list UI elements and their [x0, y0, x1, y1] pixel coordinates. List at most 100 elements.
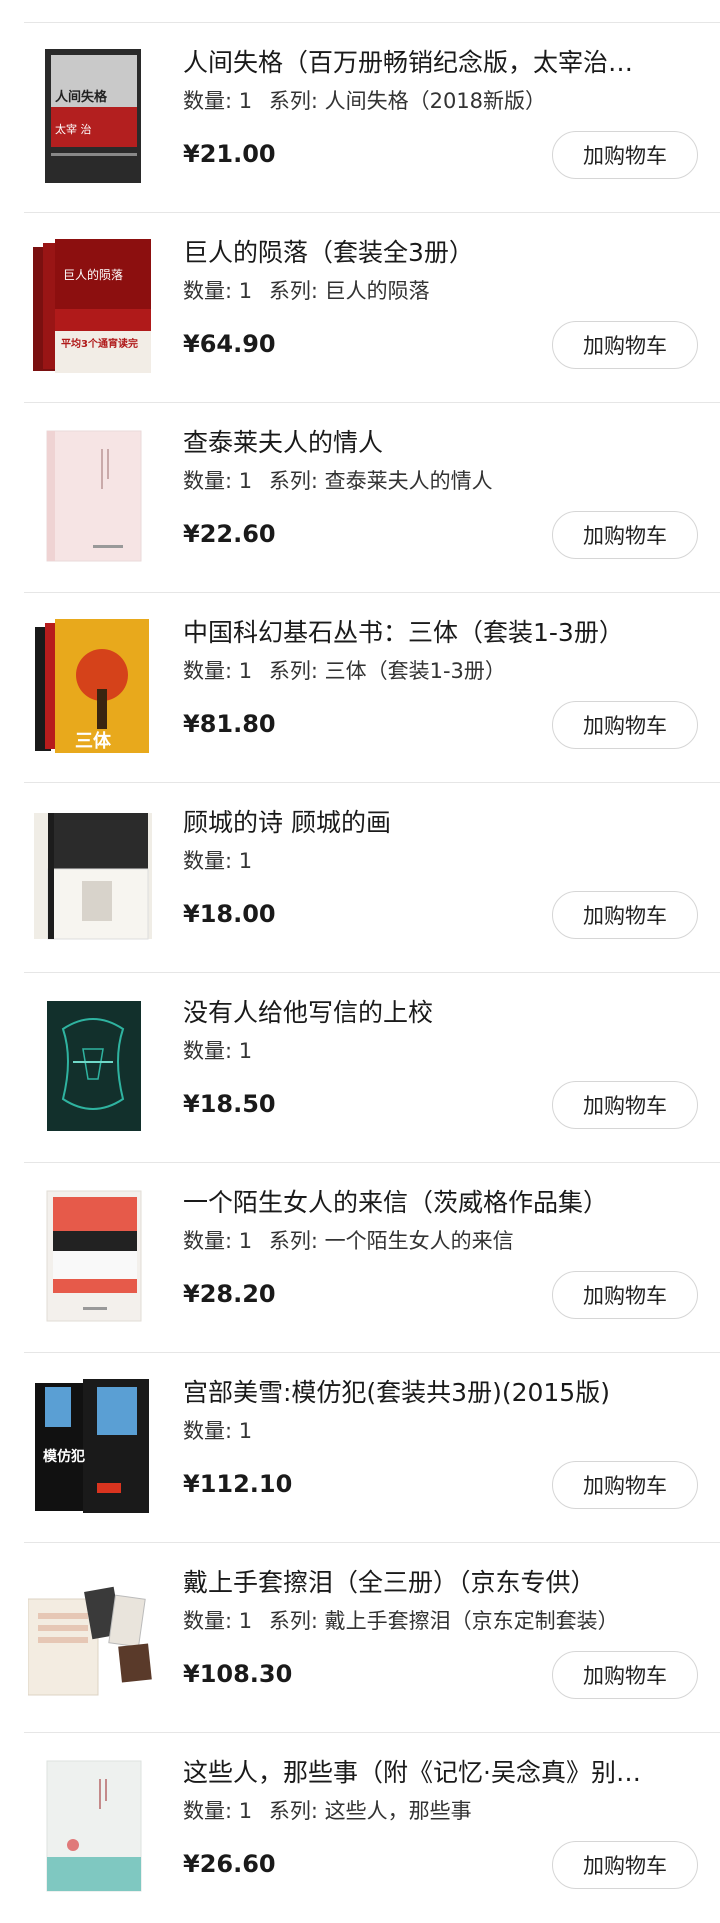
quantity-label: 数量:: [183, 1039, 233, 1063]
quantity-label: 数量:: [183, 1229, 233, 1253]
quantity-label: 数量:: [183, 1419, 233, 1443]
list-item[interactable]: 一个陌生女人的来信（茨威格作品集） 数量: 1 系列: 一个陌生女人的来信 ¥2…: [0, 1163, 720, 1353]
product-title[interactable]: 顾城的诗 顾城的画: [183, 805, 693, 841]
series-label: 系列:: [268, 279, 318, 303]
product-meta: 数量: 1: [183, 1415, 683, 1447]
product-price: ¥18.00: [183, 900, 276, 928]
product-price: ¥18.50: [183, 1090, 276, 1118]
series-label: 系列:: [268, 1799, 318, 1823]
add-to-cart-button[interactable]: 加购物车: [552, 1271, 698, 1319]
quantity-label: 数量:: [183, 89, 233, 113]
product-price: ¥22.60: [183, 520, 276, 548]
product-meta: 数量: 1 系列: 巨人的陨落: [183, 275, 683, 307]
book-cover-image: 三体: [35, 619, 149, 753]
product-price: ¥28.20: [183, 1280, 276, 1308]
cover-author: 太宰 治: [55, 122, 92, 136]
product-title[interactable]: 戴上手套擦泪（全三册）（京东专供）: [183, 1565, 693, 1601]
product-title[interactable]: 这些人，那些事（附《记忆·吴念真》别…: [183, 1755, 693, 1791]
product-price: ¥81.80: [183, 710, 276, 738]
book-cover[interactable]: 人间失格 太宰 治: [28, 49, 158, 183]
add-to-cart-button[interactable]: 加购物车: [552, 1461, 698, 1509]
quantity-label: 数量:: [183, 1609, 233, 1633]
product-title[interactable]: 巨人的陨落（套装全3册）: [183, 235, 693, 271]
book-cover[interactable]: 巨人的陨落 平均3个通宵读完: [28, 239, 158, 373]
product-meta: 数量: 1 系列: 查泰莱夫人的情人: [183, 465, 683, 497]
product-price: ¥26.60: [183, 1850, 276, 1878]
add-to-cart-button[interactable]: 加购物车: [552, 701, 698, 749]
series-value: 人间失格（2018新版）: [324, 89, 547, 113]
series-label: 系列:: [268, 1609, 318, 1633]
series-label: 系列:: [268, 659, 318, 683]
book-cover-image: [46, 1190, 142, 1322]
add-to-cart-button[interactable]: 加购物车: [552, 511, 698, 559]
quantity-value: 1: [238, 1609, 253, 1633]
add-to-cart-button[interactable]: 加购物车: [552, 131, 698, 179]
add-to-cart-button[interactable]: 加购物车: [552, 1651, 698, 1699]
cover-title: 三体: [75, 730, 112, 752]
list-item[interactable]: 没有人给他写信的上校 数量: 1 ¥18.50 加购物车: [0, 973, 720, 1163]
quantity-value: 1: [238, 1229, 253, 1253]
list-item[interactable]: 人间失格 太宰 治 人间失格（百万册畅销纪念版，太宰治… 数量: 1 系列: 人…: [0, 23, 720, 213]
series-value: 一个陌生女人的来信: [324, 1229, 514, 1253]
quantity-value: 1: [238, 469, 253, 493]
book-cover-image: [46, 1760, 142, 1892]
add-to-cart-button[interactable]: 加购物车: [552, 321, 698, 369]
book-cover[interactable]: [28, 1759, 158, 1893]
book-cover-image: [28, 1586, 152, 1696]
series-value: 这些人，那些事: [324, 1799, 472, 1823]
series-value: 巨人的陨落: [324, 279, 430, 303]
add-to-cart-button[interactable]: 加购物车: [552, 891, 698, 939]
cover-title: 巨人的陨落: [63, 267, 123, 282]
product-meta: 数量: 1 系列: 这些人，那些事: [183, 1795, 683, 1827]
book-cover[interactable]: [28, 999, 158, 1133]
book-cover-image: 模仿犯: [35, 1379, 149, 1513]
series-value: 戴上手套擦泪（京东定制套装）: [324, 1609, 619, 1633]
list-item[interactable]: 顾城的诗 顾城的画 数量: 1 ¥18.00 加购物车: [0, 783, 720, 973]
book-cover[interactable]: 三体: [28, 619, 158, 753]
quantity-value: 1: [238, 849, 253, 873]
series-value: 查泰莱夫人的情人: [324, 469, 493, 493]
list-item[interactable]: 查泰莱夫人的情人 数量: 1 系列: 查泰莱夫人的情人 ¥22.60 加购物车: [0, 403, 720, 593]
product-title[interactable]: 没有人给他写信的上校: [183, 995, 693, 1031]
product-title[interactable]: 查泰莱夫人的情人: [183, 425, 693, 461]
list-item[interactable]: 戴上手套擦泪（全三册）（京东专供） 数量: 1 系列: 戴上手套擦泪（京东定制套…: [0, 1543, 720, 1733]
product-price: ¥21.00: [183, 140, 276, 168]
product-meta: 数量: 1 系列: 一个陌生女人的来信: [183, 1225, 683, 1257]
quantity-label: 数量:: [183, 469, 233, 493]
list-item[interactable]: 模仿犯 宫部美雪:模仿犯(套装共3册)(2015版) 数量: 1 ¥112.10…: [0, 1353, 720, 1543]
list-item[interactable]: 巨人的陨落 平均3个通宵读完 巨人的陨落（套装全3册） 数量: 1 系列: 巨人…: [0, 213, 720, 403]
book-cover-image: [47, 1001, 141, 1131]
quantity-label: 数量:: [183, 1799, 233, 1823]
product-price: ¥112.10: [183, 1470, 293, 1498]
book-cover[interactable]: [28, 809, 158, 943]
product-price: ¥108.30: [183, 1660, 293, 1688]
book-cover[interactable]: [28, 1569, 158, 1703]
series-label: 系列:: [268, 89, 318, 113]
product-meta: 数量: 1 系列: 人间失格（2018新版）: [183, 85, 683, 117]
product-title[interactable]: 中国科幻基石丛书：三体（套装1-3册）: [183, 615, 693, 651]
cover-title: 人间失格: [55, 89, 108, 105]
book-cover-image: 巨人的陨落 平均3个通宵读完: [33, 239, 151, 373]
series-label: 系列:: [268, 1229, 318, 1253]
product-meta: 数量: 1 系列: 三体（套装1-3册）: [183, 655, 683, 687]
book-cover[interactable]: 模仿犯: [28, 1379, 158, 1513]
quantity-value: 1: [238, 659, 253, 683]
product-meta: 数量: 1 系列: 戴上手套擦泪（京东定制套装）: [183, 1605, 683, 1637]
list-item[interactable]: 这些人，那些事（附《记忆·吴念真》别… 数量: 1 系列: 这些人，那些事 ¥2…: [0, 1733, 720, 1923]
product-meta: 数量: 1: [183, 1035, 683, 1067]
add-to-cart-button[interactable]: 加购物车: [552, 1841, 698, 1889]
quantity-value: 1: [238, 1419, 253, 1443]
product-title[interactable]: 人间失格（百万册畅销纪念版，太宰治…: [183, 45, 693, 81]
product-title[interactable]: 一个陌生女人的来信（茨威格作品集）: [183, 1185, 693, 1221]
add-to-cart-button[interactable]: 加购物车: [552, 1081, 698, 1129]
book-cover[interactable]: [28, 1189, 158, 1323]
book-cover-image: [46, 430, 142, 562]
book-cover[interactable]: [28, 429, 158, 563]
series-label: 系列:: [268, 469, 318, 493]
quantity-label: 数量:: [183, 279, 233, 303]
list-item[interactable]: 三体 中国科幻基石丛书：三体（套装1-3册） 数量: 1 系列: 三体（套装1-…: [0, 593, 720, 783]
quantity-value: 1: [238, 1799, 253, 1823]
product-meta: 数量: 1: [183, 845, 683, 877]
product-title[interactable]: 宫部美雪:模仿犯(套装共3册)(2015版): [183, 1375, 693, 1411]
quantity-value: 1: [238, 1039, 253, 1063]
